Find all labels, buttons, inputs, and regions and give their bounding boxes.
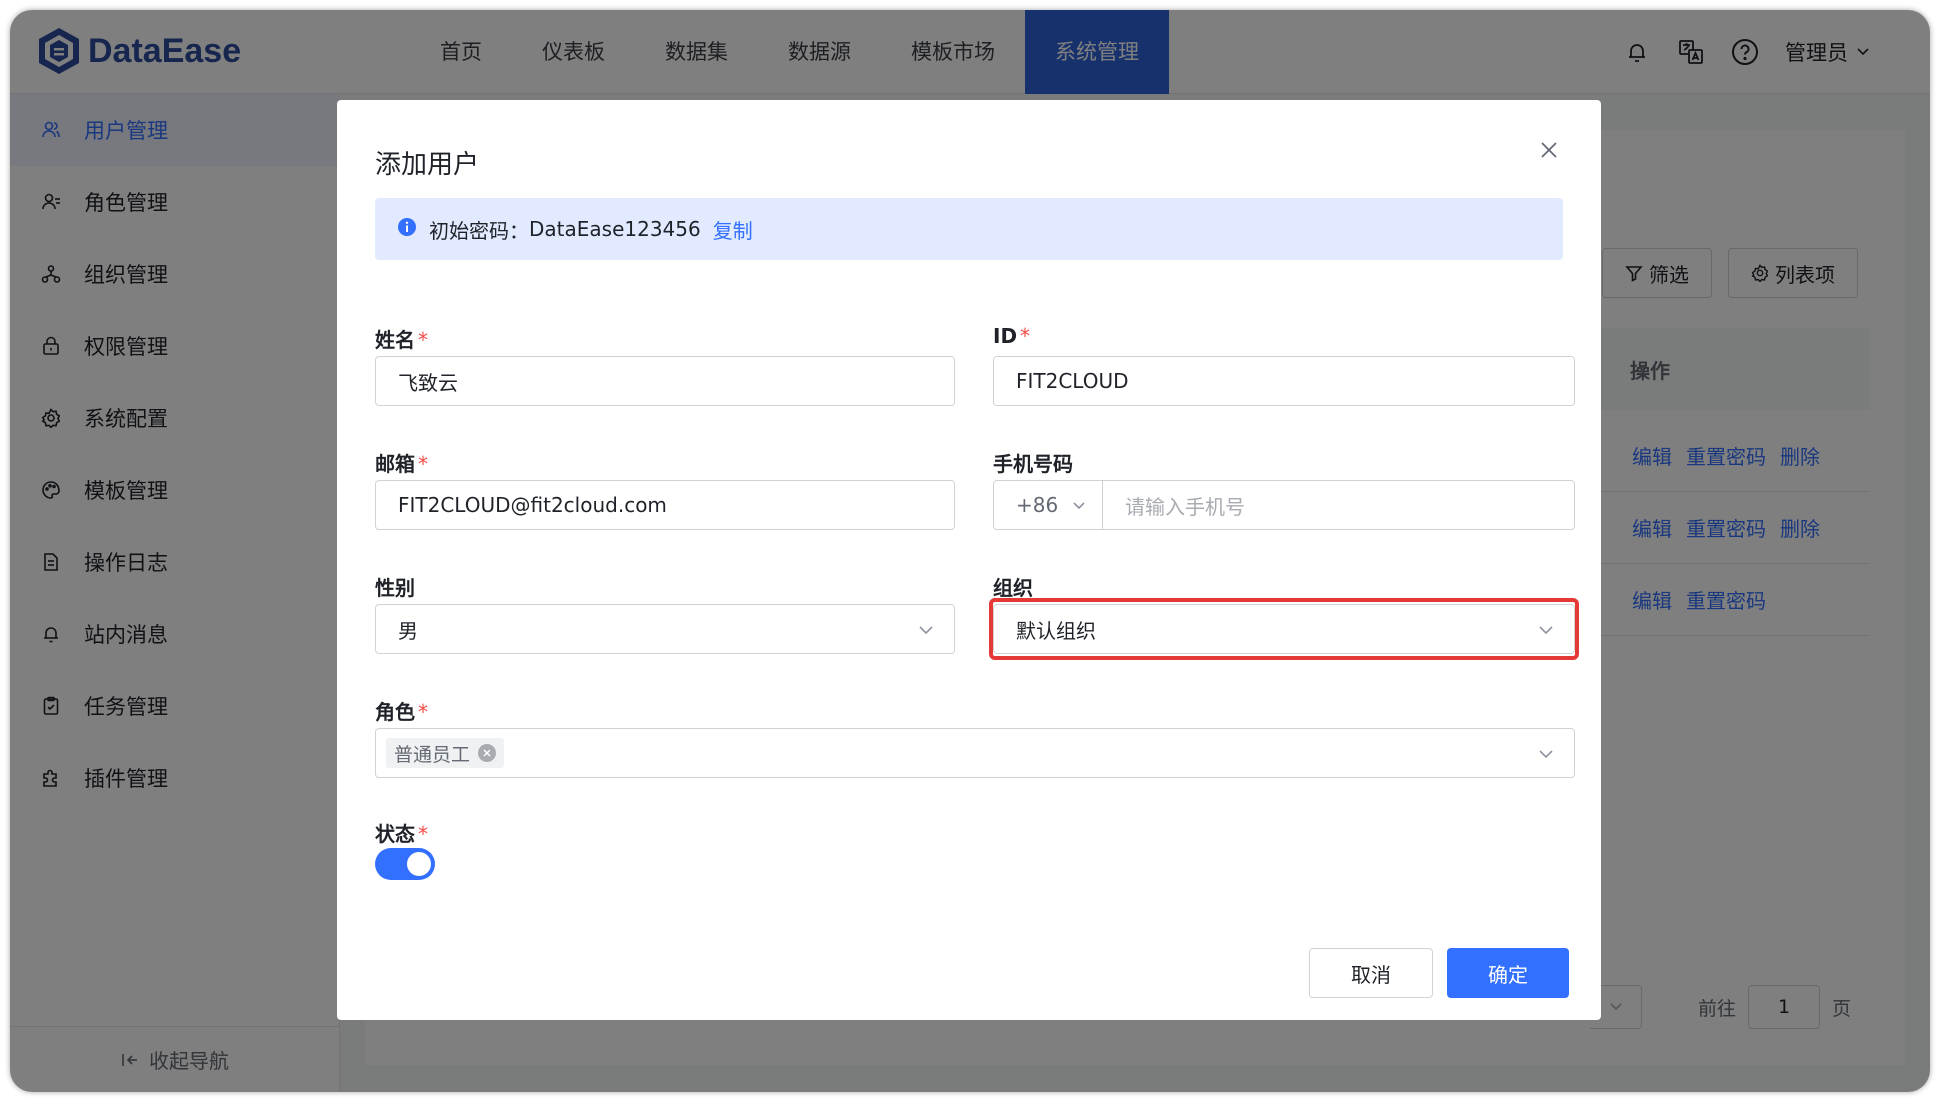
info-icon: [397, 217, 417, 242]
role-label: 角色 *: [375, 700, 428, 724]
phone-label: 手机号码: [993, 452, 1073, 476]
id-label: ID *: [993, 324, 1031, 348]
country-code-select[interactable]: +86: [993, 480, 1103, 530]
org-label: 组织: [993, 576, 1033, 600]
close-icon[interactable]: [1535, 136, 1563, 164]
cancel-button[interactable]: 取消: [1309, 948, 1433, 998]
gender-label: 性别: [375, 576, 415, 600]
email-field[interactable]: FIT2CLOUD@fit2cloud.com: [375, 480, 955, 530]
initial-password: DataEase123456: [529, 217, 701, 241]
status-toggle[interactable]: [375, 848, 435, 880]
password-alert: 初始密码： DataEase123456 复制: [375, 198, 1563, 260]
remove-tag-icon[interactable]: [478, 744, 497, 762]
name-input[interactable]: 飞致云: [375, 356, 955, 406]
id-value: FIT2CLOUD: [1016, 369, 1129, 393]
email-label: 邮箱 *: [375, 452, 428, 476]
chevron-down-icon: [1073, 502, 1085, 510]
dialog-title: 添加用户: [375, 150, 480, 180]
role-tag: 普通员工: [386, 738, 505, 768]
role-select[interactable]: 普通员工: [375, 728, 1575, 778]
name-value: 飞致云: [398, 370, 458, 395]
status-label: 状态 *: [375, 822, 428, 846]
gender-value: 男: [398, 618, 418, 643]
country-code-value: +86: [1016, 493, 1059, 517]
org-highlight-box: [989, 598, 1579, 660]
id-input[interactable]: FIT2CLOUD: [993, 356, 1575, 406]
confirm-button[interactable]: 确定: [1447, 948, 1569, 998]
name-label: 姓名 *: [375, 328, 428, 352]
phone-placeholder: 请输入手机号: [1125, 494, 1245, 519]
add-user-dialog: 添加用户 初始密码： DataEase123456 复制 姓名 * 飞致云 ID *…: [337, 100, 1601, 1020]
app-window: DataEase 首页 仪表板 数据集 数据源 模板市场 系统管理 管理员: [10, 10, 1930, 1092]
role-tag-label: 普通员工: [394, 743, 471, 766]
chevron-down-icon: [919, 626, 933, 635]
gender-select[interactable]: 男: [375, 604, 955, 654]
email-value: FIT2CLOUD@fit2cloud.com: [398, 493, 667, 517]
toggle-knob: [407, 852, 431, 876]
password-label: 初始密码：: [429, 218, 529, 243]
chevron-down-icon: [1539, 750, 1553, 759]
phone-input[interactable]: 请输入手机号: [1102, 480, 1575, 530]
copy-password-link[interactable]: 复制: [713, 215, 753, 244]
